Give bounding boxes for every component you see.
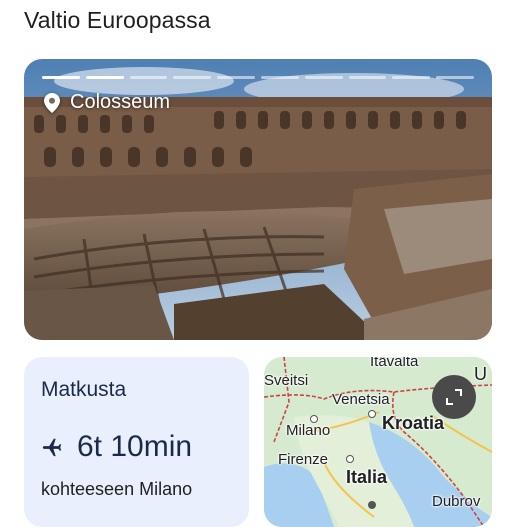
airplane-icon xyxy=(42,438,62,457)
progress-segment xyxy=(129,76,168,79)
progress-segment xyxy=(436,76,474,79)
progress-segment xyxy=(348,76,387,79)
progress-segment xyxy=(304,76,343,79)
map-label-kroatia: Kroatia xyxy=(382,413,445,433)
progress-segment xyxy=(42,76,80,79)
map-label-dubrovnik: Dubrov xyxy=(432,493,481,510)
travel-title: Matkusta xyxy=(41,378,127,401)
progress-segment xyxy=(392,76,431,79)
story-progress xyxy=(42,76,474,79)
map-label-venetsia: Venetsia xyxy=(332,391,390,408)
story-card[interactable]: Colosseum xyxy=(24,59,492,340)
map-label-milano: Milano xyxy=(286,422,331,439)
map-card[interactable]: Itävalta Sveitsi U Venetsia Milano Kroat… xyxy=(264,357,492,527)
progress-segment xyxy=(85,76,124,79)
place-label[interactable]: Colosseum xyxy=(44,91,170,114)
map-label-edge: U xyxy=(474,364,487,384)
travel-destination: kohteeseen Milano xyxy=(41,479,193,499)
expand-icon xyxy=(446,389,462,405)
progress-segment xyxy=(260,76,299,79)
travel-duration-row: 6t 10min xyxy=(41,430,192,464)
progress-segment xyxy=(173,76,212,79)
map-label-firenze: Firenze xyxy=(278,451,329,468)
map-label-sveitsi: Sveitsi xyxy=(264,372,309,389)
location-pin-icon xyxy=(44,92,60,113)
travel-duration: 6t 10min xyxy=(77,430,193,463)
expand-map-button[interactable] xyxy=(432,375,476,419)
travel-card[interactable]: Matkusta 6t 10min kohteeseen Milano xyxy=(24,357,249,527)
map-label-italia: Italia xyxy=(346,467,388,487)
place-name: Colosseum xyxy=(70,91,171,113)
page-title: Valtio Euroopassa xyxy=(24,7,211,33)
map-label-itavalta: Itävalta xyxy=(370,357,419,370)
progress-segment xyxy=(217,76,255,79)
